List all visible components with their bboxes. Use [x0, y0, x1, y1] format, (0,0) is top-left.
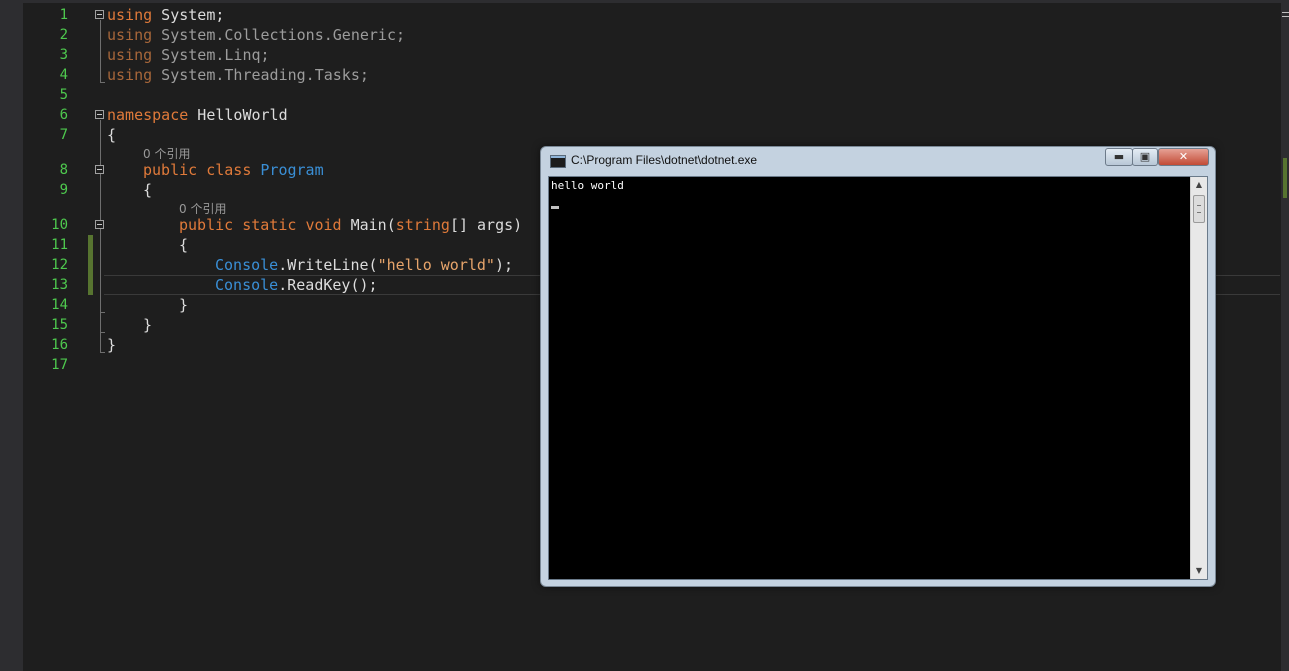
code-text: System.Collections.Generic; — [152, 26, 406, 44]
code-text: System.Threading.Tasks; — [152, 66, 369, 84]
scrollbar-marker — [1282, 16, 1289, 17]
keyword: namespace — [107, 106, 189, 124]
change-indicator-bar — [88, 235, 93, 295]
code-line-14[interactable]: } — [179, 295, 188, 315]
collapse-namespace-icon[interactable] — [95, 110, 104, 119]
code-line-1[interactable]: using System; — [107, 5, 224, 25]
code-line-6[interactable]: namespace HelloWorld — [107, 105, 288, 125]
keyword: using — [107, 66, 153, 84]
code-line-3[interactable]: using System.Linq; — [107, 45, 270, 65]
code-line-11[interactable]: { — [179, 235, 188, 255]
fold-guide-end — [100, 332, 105, 333]
code-line-15[interactable]: } — [143, 315, 152, 335]
collapse-class-icon[interactable] — [95, 165, 104, 174]
code-line-10[interactable]: public static void Main(string[] args) — [179, 215, 522, 235]
type-name: Console — [215, 256, 279, 274]
keyword: public — [143, 161, 198, 179]
keyword: using — [107, 6, 153, 24]
console-app-icon[interactable] — [550, 155, 566, 168]
close-button[interactable]: ✕ — [1158, 148, 1209, 166]
code-line-7[interactable]: { — [107, 125, 116, 145]
keyword: class — [206, 161, 252, 179]
code-text: .ReadKey(); — [278, 276, 378, 294]
line-number: 17 — [51, 357, 68, 373]
line-number: 16 — [51, 337, 68, 353]
keyword: using — [107, 26, 153, 44]
fold-guide — [100, 20, 101, 82]
console-window[interactable]: C:\Program Files\dotnet\dotnet.exe ▬ ▣ ✕… — [540, 146, 1216, 587]
console-title: C:\Program Files\dotnet\dotnet.exe — [571, 153, 758, 167]
keyword: using — [107, 46, 153, 64]
console-vertical-scrollbar[interactable]: ▲ ▼ — [1190, 177, 1207, 579]
method-name: Main( — [350, 216, 396, 234]
scrollbar-marker — [1282, 12, 1289, 13]
line-number: 8 — [59, 162, 68, 178]
scrollbar-change-marker — [1283, 158, 1287, 198]
console-titlebar[interactable]: C:\Program Files\dotnet\dotnet.exe ▬ ▣ ✕ — [541, 147, 1215, 177]
line-number: 10 — [51, 217, 68, 233]
line-number: 3 — [59, 47, 68, 63]
minimize-button[interactable]: ▬ — [1105, 148, 1133, 166]
line-number: 5 — [59, 87, 68, 103]
line-number: 9 — [59, 182, 68, 198]
scroll-down-arrow-icon[interactable]: ▼ — [1191, 563, 1207, 579]
code-text: System.Linq; — [152, 46, 270, 64]
code-line-13[interactable]: Console.ReadKey(); — [215, 275, 378, 295]
fold-guide-end — [100, 352, 105, 353]
top-strip — [0, 0, 1289, 3]
line-number: 1 — [59, 7, 68, 23]
line-number: 6 — [59, 107, 68, 123]
type-name: Console — [215, 276, 279, 294]
type-name: Program — [260, 161, 324, 179]
fold-guide — [100, 120, 101, 352]
collapse-usings-icon[interactable] — [95, 10, 104, 19]
line-number: 7 — [59, 127, 68, 143]
line-number: 11 — [51, 237, 68, 253]
code-text: HelloWorld — [188, 106, 288, 124]
collapse-method-icon[interactable] — [95, 220, 104, 229]
editor-vertical-scrollbar[interactable] — [1281, 3, 1289, 671]
fold-guide-end — [100, 312, 105, 313]
left-toolstrip — [0, 0, 23, 671]
scroll-up-arrow-icon[interactable]: ▲ — [1191, 177, 1207, 193]
line-number: 15 — [51, 317, 68, 333]
code-text: [] args) — [449, 216, 523, 234]
scroll-thumb[interactable] — [1193, 195, 1205, 223]
code-line-2[interactable]: using System.Collections.Generic; — [107, 25, 405, 45]
code-line-4[interactable]: using System.Threading.Tasks; — [107, 65, 369, 85]
fold-guide-end — [100, 82, 105, 83]
code-text: ); — [494, 256, 514, 274]
code-line-12[interactable]: Console.WriteLine("hello world"); — [215, 255, 513, 275]
string-literal: "hello world" — [377, 256, 495, 274]
console-output-area[interactable]: hello world ▲ ▼ — [548, 176, 1208, 580]
maximize-button[interactable]: ▣ — [1132, 148, 1158, 166]
line-number: 13 — [51, 277, 68, 293]
line-number: 12 — [51, 257, 68, 273]
code-line-16[interactable]: } — [107, 335, 116, 355]
console-cursor — [551, 206, 559, 209]
code-line-8[interactable]: public class Program — [107, 160, 324, 180]
code-line-9[interactable]: { — [143, 180, 152, 200]
line-number: 14 — [51, 297, 68, 313]
line-number: 4 — [59, 67, 68, 83]
console-output-text: hello world — [551, 179, 624, 192]
keyword: void — [305, 216, 342, 234]
keyword: public — [179, 216, 234, 234]
code-text: System; — [152, 6, 225, 24]
keyword: string — [395, 216, 450, 234]
line-number: 2 — [59, 27, 68, 43]
keyword: static — [242, 216, 297, 234]
code-text: .WriteLine( — [278, 256, 378, 274]
